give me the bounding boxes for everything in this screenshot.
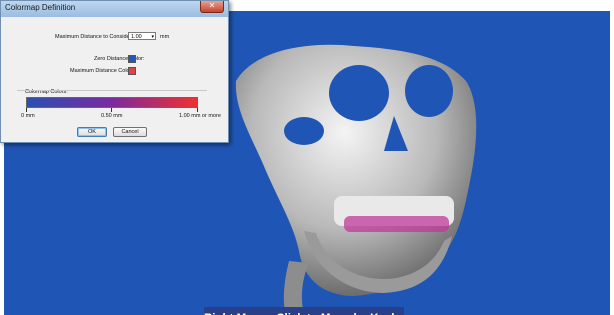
zero-color-label: Zero Distance Color:: [94, 56, 145, 62]
dialog-titlebar[interactable]: Colormap Definition ✕: [1, 1, 228, 17]
tick-label-max: 1.00 mm or more: [179, 113, 221, 119]
dialog-title: Colormap Definition: [5, 3, 76, 12]
left-orbit: [329, 65, 389, 121]
colormap-overlay: [344, 216, 449, 232]
tick-label-0: 0 mm: [21, 113, 35, 119]
ok-button[interactable]: OK: [77, 127, 107, 137]
max-color-swatch[interactable]: [128, 67, 136, 75]
right-orbit: [405, 65, 453, 117]
max-distance-label: Maximum Distance to Consider:: [55, 34, 133, 40]
colormap-gradient: [26, 97, 198, 108]
max-distance-value: 1.00: [131, 34, 142, 40]
close-icon: ✕: [208, 1, 216, 10]
cancel-button[interactable]: Cancel: [113, 127, 147, 137]
close-button[interactable]: ✕: [200, 1, 224, 13]
tick-label-mid: 0.50 mm: [101, 113, 123, 119]
max-color-label: Maximum Distance Color:: [70, 68, 133, 74]
status-bar: Right Mouse Click to Move by Keyboard: [204, 307, 404, 315]
chevron-down-icon: ▾: [151, 34, 154, 40]
max-distance-select[interactable]: 1.00 ▾: [128, 32, 156, 40]
max-distance-unit: mm: [160, 34, 170, 40]
tick-0: [26, 108, 27, 112]
cheek-gap: [284, 117, 324, 145]
groupbox-divider: [17, 90, 207, 92]
colormap-dialog: Colormap Definition ✕ Maximum Distance t…: [0, 0, 229, 143]
tick-max: [197, 108, 198, 112]
tick-mid: [111, 108, 112, 112]
zero-color-swatch[interactable]: [128, 55, 136, 63]
